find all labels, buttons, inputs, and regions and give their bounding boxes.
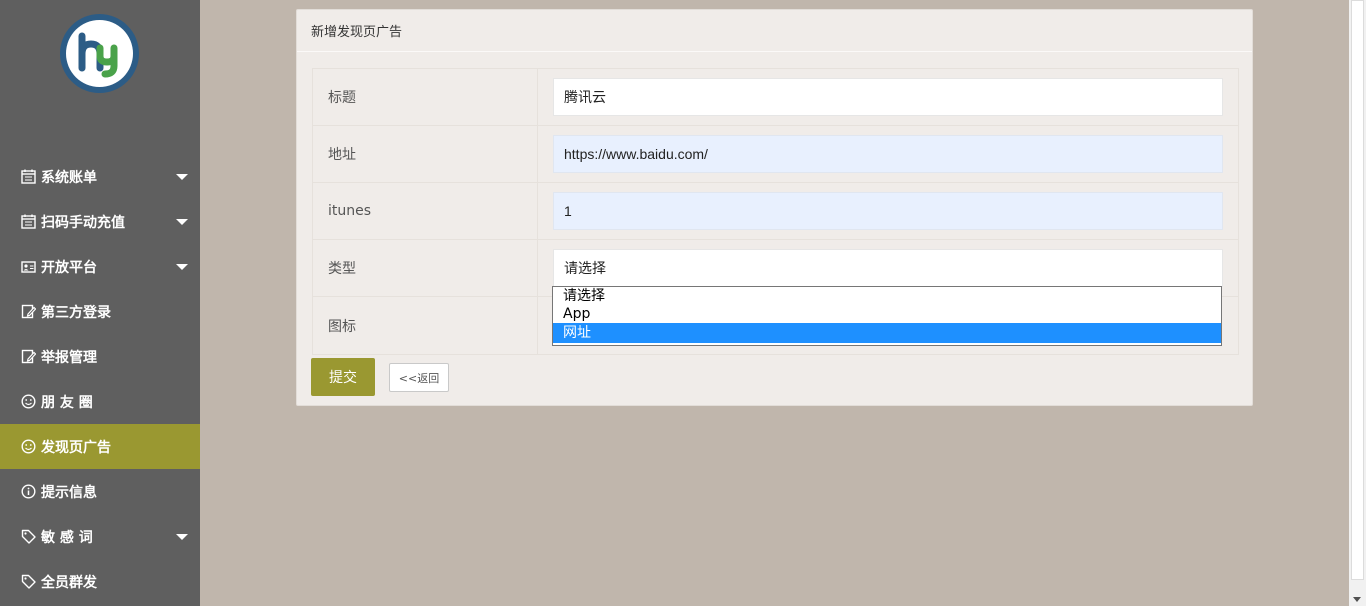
sidebar-item-discover-ads[interactable]: 发现页广告 <box>0 424 200 469</box>
itunes-label: itunes <box>313 183 538 239</box>
scrollbar-thumb[interactable] <box>1351 0 1364 580</box>
type-option-url[interactable]: 网址 <box>553 323 1221 343</box>
form-field: 1 <box>538 183 1238 239</box>
tag-icon <box>20 528 37 545</box>
vertical-scrollbar[interactable] <box>1349 0 1366 606</box>
sidebar-item-label: 提示信息 <box>41 484 97 501</box>
caret-down-icon <box>176 174 188 180</box>
sidebar-item-label: 系统账单 <box>41 169 97 186</box>
caret-down-icon <box>176 534 188 540</box>
type-option-app[interactable]: App <box>553 305 1221 323</box>
sidebar-item-report-management[interactable]: 举报管理 <box>0 334 200 379</box>
smile-icon <box>20 393 37 410</box>
sidebar-item-system-bill[interactable]: 系统账单 <box>0 154 200 199</box>
form-row-title: 标题 腾讯云 <box>313 69 1238 126</box>
calendar-icon <box>20 168 37 185</box>
smile-icon <box>20 438 37 455</box>
type-dropdown-list: 请选择 App 网址 <box>552 286 1222 346</box>
sidebar-item-label: 第三方登录 <box>41 304 111 321</box>
tag-icon <box>20 573 37 590</box>
caret-down-icon <box>176 219 188 225</box>
sidebar: 系统账单 扫码手动充值 开放平台 第三方登录 举报管理 朋 友 圈 发现页广告 … <box>0 0 200 606</box>
logo <box>60 14 139 93</box>
sidebar-item-moments[interactable]: 朋 友 圈 <box>0 379 200 424</box>
icon-label: 图标 <box>313 297 538 354</box>
sidebar-item-label: 扫码手动充值 <box>41 214 125 231</box>
logo-icon <box>78 32 117 77</box>
sidebar-item-scan-recharge[interactable]: 扫码手动充值 <box>0 199 200 244</box>
sidebar-item-open-platform[interactable]: 开放平台 <box>0 244 200 289</box>
logo-inner <box>66 20 133 87</box>
sidebar-item-third-party-login[interactable]: 第三方登录 <box>0 289 200 334</box>
type-select[interactable]: 请选择 <box>553 249 1223 287</box>
submit-button[interactable]: 提交 <box>311 358 375 396</box>
sidebar-item-label: 朋 友 圈 <box>41 394 93 411</box>
sidebar-item-label: 敏 感 词 <box>41 529 93 546</box>
back-button[interactable]: <<返回 <box>389 363 449 392</box>
sidebar-item-label: 举报管理 <box>41 349 97 366</box>
itunes-input[interactable]: 1 <box>553 192 1223 230</box>
calendar-icon <box>20 213 37 230</box>
sidebar-item-tips[interactable]: 提示信息 <box>0 469 200 514</box>
url-input[interactable]: https://www.baidu.com/ <box>553 135 1223 173</box>
sidebar-item-label: 开放平台 <box>41 259 97 276</box>
edit-icon <box>20 348 37 365</box>
form-field: 腾讯云 <box>538 69 1238 125</box>
panel-title: 新增发现页广告 <box>297 10 1252 52</box>
url-label: 地址 <box>313 126 538 182</box>
title-input[interactable]: 腾讯云 <box>553 78 1223 116</box>
form-row-url: 地址 https://www.baidu.com/ <box>313 126 1238 183</box>
type-option-please-select[interactable]: 请选择 <box>553 287 1221 305</box>
scroll-down-arrow-icon[interactable] <box>1353 597 1361 602</box>
sidebar-item-sensitive-words[interactable]: 敏 感 词 <box>0 514 200 559</box>
form-field: https://www.baidu.com/ <box>538 126 1238 182</box>
sidebar-item-mass-message[interactable]: 全员群发 <box>0 559 200 604</box>
id-card-icon <box>20 258 37 275</box>
sidebar-item-label: 发现页广告 <box>41 439 111 456</box>
info-icon <box>20 483 37 500</box>
form-panel: 新增发现页广告 标题 腾讯云 地址 https://www.baidu.com/… <box>296 9 1253 406</box>
type-label: 类型 <box>313 240 538 296</box>
sidebar-item-label: 全员群发 <box>41 574 97 591</box>
title-label: 标题 <box>313 69 538 125</box>
sidebar-menu: 系统账单 扫码手动充值 开放平台 第三方登录 举报管理 朋 友 圈 发现页广告 … <box>0 154 200 604</box>
form-row-itunes: itunes 1 <box>313 183 1238 240</box>
edit-icon <box>20 303 37 320</box>
caret-down-icon <box>176 264 188 270</box>
